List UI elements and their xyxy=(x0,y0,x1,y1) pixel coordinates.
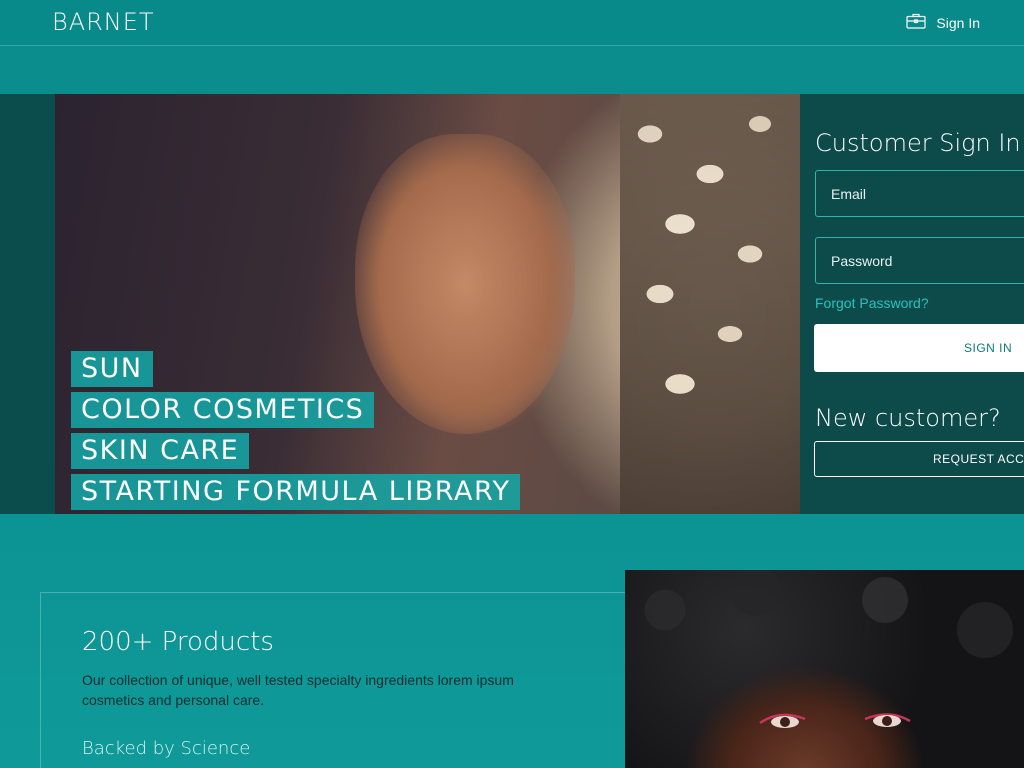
top-header: BARNET Sign In xyxy=(0,0,1024,46)
products-description: Our collection of unique, well tested sp… xyxy=(82,672,514,708)
hero-model-image: SUN COLOR COSMETICS SKIN CARE STARTING F… xyxy=(55,94,800,514)
eyes-graphic xyxy=(759,713,911,728)
hero-stones-background xyxy=(620,94,800,514)
hero-section: SUN COLOR COSMETICS SKIN CARE STARTING F… xyxy=(0,94,1024,514)
tag-sun[interactable]: SUN xyxy=(71,351,153,387)
hair-texture xyxy=(625,570,1024,768)
tag-starting-formula-library[interactable]: STARTING FORMULA LIBRARY xyxy=(71,474,521,510)
signin-button[interactable]: SIGN IN xyxy=(814,324,1024,372)
model-portrait-image xyxy=(625,570,1024,768)
sub-navigation-bar xyxy=(0,47,1024,94)
signin-panel-title: Customer Sign In xyxy=(815,129,1021,157)
forgot-password-link[interactable]: Forgot Password? xyxy=(815,295,929,311)
category-tags: SUN COLOR COSMETICS SKIN CARE STARTING F… xyxy=(71,351,521,510)
brand-logo[interactable]: BARNET xyxy=(52,8,155,36)
request-access-button[interactable]: REQUEST ACCESS xyxy=(814,441,1024,477)
header-signin-link[interactable]: Sign In xyxy=(906,13,980,32)
password-field[interactable] xyxy=(815,237,1024,284)
email-field[interactable] xyxy=(815,170,1024,217)
customer-signin-panel: Customer Sign In Forgot Password? SIGN I… xyxy=(800,94,1024,514)
tag-color-cosmetics[interactable]: COLOR COSMETICS xyxy=(71,392,375,428)
briefcase-icon xyxy=(906,13,927,32)
header-signin-label: Sign In xyxy=(936,14,980,31)
products-title: 200+ Products xyxy=(82,627,274,657)
products-card: 200+ Products Our collection of unique, … xyxy=(40,592,640,768)
tag-skin-care[interactable]: SKIN CARE xyxy=(71,433,250,469)
products-subtitle: Backed by Science xyxy=(82,738,251,759)
new-customer-title: New customer? xyxy=(815,404,1001,432)
